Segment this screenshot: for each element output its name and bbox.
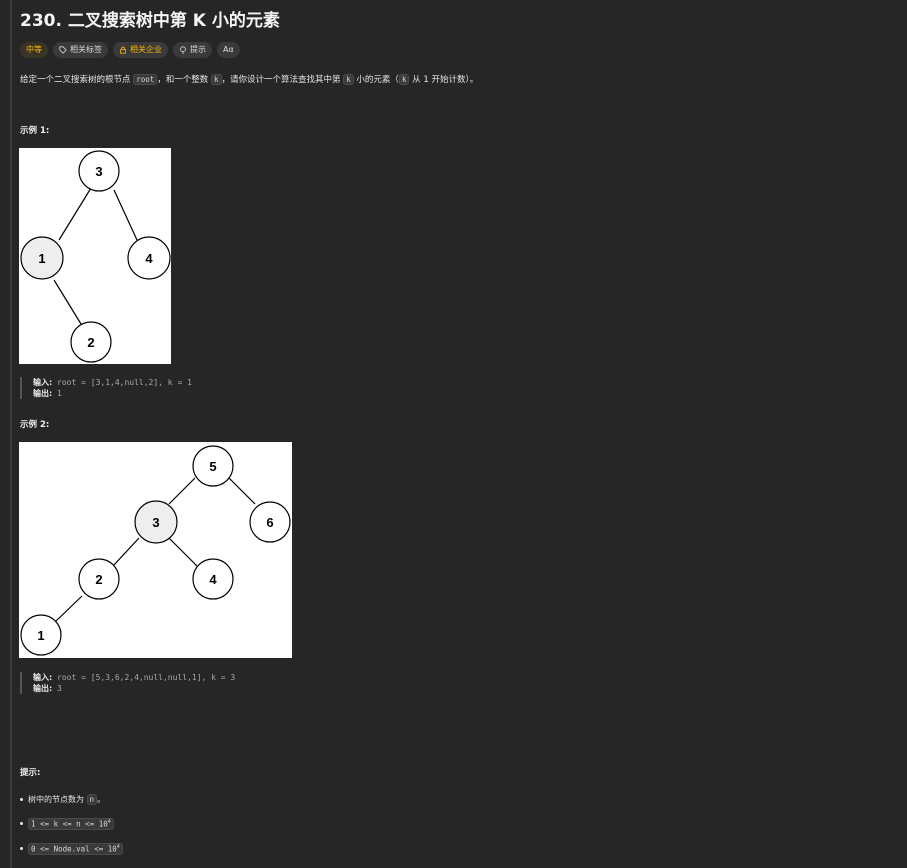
tag-icon: [59, 46, 67, 54]
constraint-text: 树中的节点数为: [28, 795, 87, 804]
output-value: 3: [57, 684, 62, 693]
lightbulb-icon: [180, 46, 186, 54]
output-label: 输出:: [33, 684, 53, 693]
example-1-tree-image: 3 1 4 2: [19, 148, 171, 364]
node-label: 4: [209, 572, 217, 587]
constraint-code-text: 1 <= k <= n <= 10: [31, 819, 108, 829]
node-label: 1: [37, 628, 44, 643]
node-label: 5: [209, 459, 216, 474]
code-k: k: [210, 74, 222, 85]
output-label: 输出:: [33, 389, 53, 398]
constraints-heading: 提示:: [20, 768, 41, 778]
constraint-code-text: 0 <= Node.val <= 10: [31, 844, 117, 854]
constraint-item: 0 <= Node.val <= 104: [20, 843, 123, 855]
code-k: k: [398, 74, 410, 85]
desc-text: ，请你设计一个算法查找其中第: [221, 75, 344, 85]
input-value: root = [5,3,6,2,4,null,null,1], k = 3: [57, 673, 236, 682]
constraint-text: 。: [97, 795, 106, 804]
tag-bar: 中等 相关标签 相关企业 提示 Aα: [20, 42, 240, 58]
example-2-io: 输入: root = [5,3,6,2,4,null,null,1], k = …: [20, 672, 235, 694]
hint-label: 提示: [190, 45, 206, 54]
problem-title: 230. 二叉搜索树中第 K 小的元素: [20, 11, 280, 31]
related-tags-label: 相关标签: [70, 45, 102, 54]
input-label: 输入:: [33, 673, 53, 682]
desc-text: 小的元素（: [353, 75, 399, 85]
constraint-item: 1 <= k <= n <= 104: [20, 818, 114, 830]
problem-panel: 230. 二叉搜索树中第 K 小的元素 中等 相关标签 相关企业 提示 Aα 给…: [10, 0, 907, 868]
desc-text: 给定一个二叉搜索树的根节点: [20, 75, 134, 85]
node-label: 1: [38, 251, 45, 266]
hint-button[interactable]: 提示: [173, 42, 212, 58]
problem-description: 给定一个二叉搜索树的根节点 root ，和一个整数 k ，请你设计一个算法查找其中第…: [20, 73, 478, 85]
desc-text: 从 1 开始计数）。: [409, 75, 479, 85]
example-1-io: 输入: root = [3,1,4,null,2], k = 1 输出: 1: [20, 377, 192, 399]
node-label: 4: [145, 251, 153, 266]
example-1-heading: 示例 1:: [20, 126, 50, 136]
font-size-button[interactable]: Aα: [217, 42, 240, 58]
constraint-code: 1 <= k <= n <= 104: [28, 818, 114, 830]
related-companies-button[interactable]: 相关企业: [113, 42, 168, 58]
code-root: root: [133, 74, 158, 85]
bullet: [20, 822, 23, 826]
superscript: 4: [116, 844, 120, 850]
node-label: 6: [266, 515, 273, 530]
code-n: n: [86, 794, 98, 805]
input-label: 输入:: [33, 378, 53, 387]
example-2-heading: 示例 2:: [20, 420, 50, 430]
related-companies-label: 相关企业: [130, 45, 162, 54]
input-value: root = [3,1,4,null,2], k = 1: [57, 378, 192, 387]
constraint-item: 树中的节点数为 n。: [20, 794, 105, 805]
lock-icon: [120, 46, 126, 54]
node-label: 2: [95, 572, 102, 587]
difficulty-badge[interactable]: 中等: [20, 42, 48, 58]
node-label: 2: [87, 335, 94, 350]
superscript: 4: [107, 819, 111, 825]
output-value: 1: [57, 389, 62, 398]
code-k: k: [343, 74, 354, 85]
node-label: 3: [152, 515, 159, 530]
related-tags-button[interactable]: 相关标签: [53, 42, 108, 58]
example-2-tree-image: 5 3 6 2 4 1: [19, 442, 292, 658]
bullet: [20, 798, 23, 801]
bullet: [20, 847, 23, 851]
desc-text: ，和一个整数: [157, 75, 211, 85]
constraint-code: 0 <= Node.val <= 104: [28, 843, 123, 855]
node-label: 3: [95, 164, 102, 179]
